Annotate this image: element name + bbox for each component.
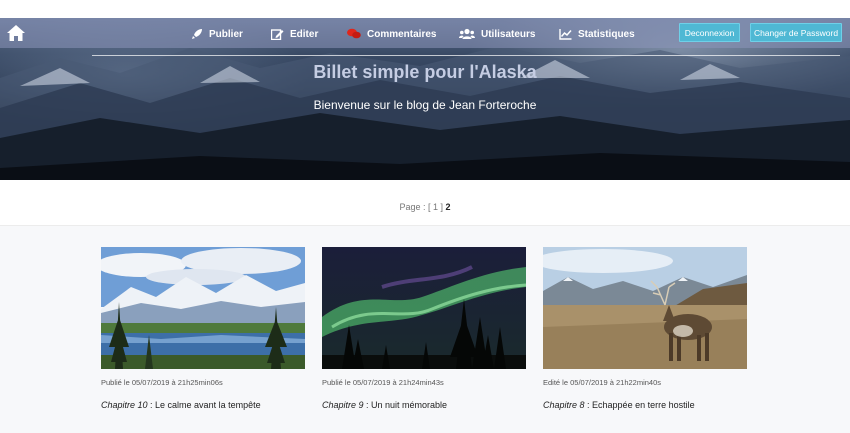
post-title: : Un nuit mémorable	[363, 400, 448, 410]
logout-button[interactable]: Deconnexion	[679, 23, 740, 42]
post-meta: Publié le 05/07/2019 à 21h24min43s	[322, 378, 444, 387]
top-strip	[0, 0, 850, 18]
chapter-label: Chapitre 8	[543, 400, 585, 410]
rocket-icon	[192, 29, 202, 39]
page-title: Billet simple pour l'Alaska	[313, 62, 537, 82]
change-password-button[interactable]: Changer de Password	[750, 23, 842, 42]
nav-item-utilisateurs[interactable]: Utilisateurs	[459, 26, 535, 42]
page-subtitle: Bienvenue sur le blog de Jean Forteroche	[313, 98, 537, 112]
post-card	[101, 247, 305, 369]
post-meta: Edité le 05/07/2019 à 21h22min40s	[543, 378, 662, 387]
nav-divider	[92, 55, 840, 56]
page-current: 2	[445, 202, 451, 212]
home-icon[interactable]	[6, 23, 26, 43]
comments-icon	[347, 28, 361, 39]
post-title: : Le calme avant la tempête	[147, 400, 261, 410]
post-title-link[interactable]: Chapitre 8 : Echappée en terre hostile	[543, 400, 695, 410]
nav-item-label: Utilisateurs	[481, 28, 536, 40]
post-card	[322, 247, 526, 369]
nav-item-editer[interactable]: Editer	[271, 26, 318, 42]
caribou-image[interactable]	[543, 247, 747, 369]
nav-item-label: Editer	[290, 28, 319, 40]
post-title-link[interactable]: Chapitre 10 : Le calme avant la tempête	[101, 400, 261, 410]
users-icon	[459, 28, 475, 39]
chapter-label: Chapitre 9	[322, 400, 364, 410]
post-meta: Publié le 05/07/2019 à 21h25min06s	[101, 378, 223, 387]
nav-item-label: Publier	[209, 28, 243, 40]
nav-item-label: Statistiques	[578, 28, 635, 40]
chart-icon	[559, 29, 572, 40]
post-card	[543, 247, 747, 369]
post-title-link[interactable]: Chapitre 9 : Un nuit mémorable	[322, 400, 447, 410]
nav-item-publier[interactable]: Publier	[191, 26, 243, 42]
nav-item-label: Commentaires	[367, 28, 437, 40]
lake-mountains-image[interactable]	[101, 247, 305, 369]
page-link-1[interactable]: [ 1 ]	[428, 202, 443, 212]
nav-item-commentaires[interactable]: Commentaires	[347, 26, 436, 42]
post-title: : Echappée en terre hostile	[584, 400, 695, 410]
edit-icon	[271, 29, 284, 40]
pagination-prefix: Page :	[399, 202, 426, 212]
nav-item-statistiques[interactable]: Statistiques	[559, 26, 635, 42]
pagination: Page : [ 1 ] 2	[0, 202, 850, 212]
chapter-label: Chapitre 10	[101, 400, 148, 410]
aurora-image[interactable]	[322, 247, 526, 369]
